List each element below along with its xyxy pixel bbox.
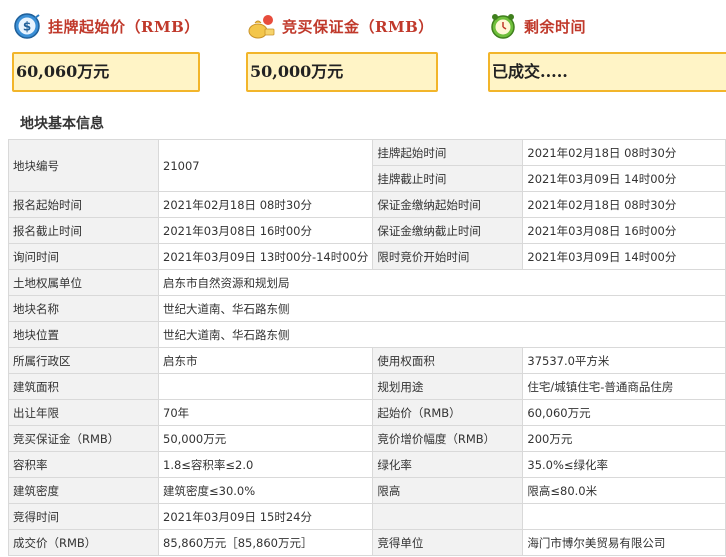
- label-listing-start: 挂牌起始时间: [372, 139, 524, 166]
- label-green-ratio: 绿化率: [372, 451, 524, 478]
- table-row: 地块位置 世纪大道南、华石路东侧: [8, 321, 726, 348]
- value-use-area: 37537.0平方米: [522, 347, 726, 374]
- section-title: 地块基本信息: [20, 116, 104, 132]
- value-bid-deposit: 50,000万元: [157, 425, 374, 452]
- svg-text:$: $: [23, 20, 31, 34]
- value-district: 启东市: [157, 347, 374, 374]
- value-start-price: 60,060万元: [522, 399, 726, 426]
- label-start-price: 起始价（RMB）: [372, 399, 524, 426]
- value-signup-start: 2021年02月18日 08时30分: [157, 191, 374, 218]
- table-row: 建筑密度 建筑密度≤30.0% 限高 限高≤80.0米: [8, 477, 726, 504]
- label-listing-end: 挂牌截止时间: [372, 165, 524, 192]
- value-parcel-location: 世纪大道南、华石路东侧: [158, 321, 726, 348]
- table-row: 地块编号 21007 挂牌起始时间 2021年02月18日 08时30分: [8, 139, 726, 192]
- start-price-card: $ 挂牌起始价（RMB） 60,060万元: [0, 8, 200, 92]
- table-row: 地块名称 世纪大道南、华石路东侧: [8, 295, 726, 322]
- value-planned-use: 住宅/城镇住宅-普通商品住房: [522, 373, 726, 400]
- value-bidding-start: 2021年03月09日 14时00分: [522, 243, 726, 270]
- table-row: 所属行政区 启东市 使用权面积 37537.0平方米: [8, 347, 726, 374]
- value-inquiry-time: 2021年03月09日 13时00分-14时00分: [157, 243, 374, 270]
- label-inquiry-time: 询问时间: [8, 243, 159, 270]
- value-building-density: 建筑密度≤30.0%: [157, 477, 374, 504]
- table-row: 竞买保证金（RMB） 50,000万元 竞价增价幅度（RMB） 200万元: [8, 425, 726, 452]
- price-summary-cards: $ 挂牌起始价（RMB） 60,060万元 竞买保证金（RMB） 50,000万…: [0, 0, 726, 100]
- label-building-density: 建筑密度: [8, 477, 159, 504]
- label-winner: 竞得单位: [372, 529, 524, 556]
- table-row: 报名起始时间 2021年02月18日 08时30分 保证金缴纳起始时间 2021…: [8, 191, 726, 218]
- value-owner-unit: 启东市自然资源和规划局: [158, 269, 726, 296]
- value-height-limit: 限高≤80.0米: [522, 477, 726, 504]
- label-use-area: 使用权面积: [372, 347, 524, 374]
- value-win-time: 2021年03月09日 15时24分: [157, 503, 374, 530]
- label-height-limit: 限高: [372, 477, 524, 504]
- label-win-time: 竞得时间: [8, 503, 159, 530]
- value-parcel-name: 世纪大道南、华石路东侧: [158, 295, 726, 322]
- label-parcel-name: 地块名称: [8, 295, 159, 322]
- value-deposit-end: 2021年03月08日 16时00分: [522, 217, 726, 244]
- label-deal-price: 成交价（RMB）: [8, 529, 159, 556]
- remaining-time-value: 已成交.....: [488, 52, 726, 92]
- start-price-value: 60,060万元: [12, 52, 200, 92]
- table-row: 容积率 1.8≤容积率≤2.0 绿化率 35.0%≤绿化率: [8, 451, 726, 478]
- value-empty: [522, 503, 726, 530]
- remaining-time-title: 剩余时间: [524, 17, 587, 36]
- value-deal-price: 85,860万元［85,860万元］: [157, 529, 374, 556]
- table-row: 出让年限 70年 起始价（RMB） 60,060万元: [8, 399, 726, 426]
- land-info-table: 地块编号 21007 挂牌起始时间 2021年02月18日 08时30分 挂牌截…: [8, 139, 726, 556]
- table-row: 建筑面积 规划用途 住宅/城镇住宅-普通商品住房: [8, 373, 726, 400]
- value-lease-term: 70年: [157, 399, 374, 426]
- start-price-title: 挂牌起始价（RMB）: [48, 17, 200, 36]
- label-deposit-end: 保证金缴纳截止时间: [372, 217, 524, 244]
- label-bid-increment: 竞价增价幅度（RMB）: [372, 425, 524, 452]
- label-plot-ratio: 容积率: [8, 451, 159, 478]
- section-header: 地块基本信息: [12, 107, 726, 137]
- label-owner-unit: 土地权属单位: [8, 269, 159, 296]
- deposit-card: 竞买保证金（RMB） 50,000万元: [234, 8, 438, 92]
- value-bid-increment: 200万元: [522, 425, 726, 452]
- label-parcel-no: 地块编号: [8, 139, 159, 192]
- label-deposit-start: 保证金缴纳起始时间: [372, 191, 524, 218]
- value-signup-end: 2021年03月08日 16时00分: [157, 217, 374, 244]
- label-signup-start: 报名起始时间: [8, 191, 159, 218]
- label-signup-end: 报名截止时间: [8, 217, 159, 244]
- label-district: 所属行政区: [8, 347, 159, 374]
- table-row: 询问时间 2021年03月09日 13时00分-14时00分 限时竞价开始时间 …: [8, 243, 726, 270]
- value-winner: 海门市博尔美贸易有限公司: [522, 529, 726, 556]
- deposit-title: 竞买保证金（RMB）: [282, 17, 434, 36]
- value-deposit-start: 2021年02月18日 08时30分: [522, 191, 726, 218]
- alarm-clock-icon: [488, 11, 518, 41]
- table-row: 竞得时间 2021年03月09日 15时24分: [8, 503, 726, 530]
- value-green-ratio: 35.0%≤绿化率: [522, 451, 726, 478]
- label-empty: [372, 503, 524, 530]
- value-parcel-no: 21007: [157, 139, 374, 192]
- value-building-area: [157, 373, 374, 400]
- value-plot-ratio: 1.8≤容积率≤2.0: [157, 451, 374, 478]
- label-bidding-start: 限时竞价开始时间: [372, 243, 524, 270]
- label-lease-term: 出让年限: [8, 399, 159, 426]
- deposit-value: 50,000万元: [246, 52, 438, 92]
- label-parcel-location: 地块位置: [8, 321, 159, 348]
- dollar-clock-icon: $: [12, 11, 42, 41]
- remaining-time-card: 剩余时间 已成交.....: [476, 8, 726, 92]
- table-row: 成交价（RMB） 85,860万元［85,860万元］ 竞得单位 海门市博尔美贸…: [8, 529, 726, 556]
- label-planned-use: 规划用途: [372, 373, 524, 400]
- label-building-area: 建筑面积: [8, 373, 159, 400]
- label-bid-deposit: 竞买保证金（RMB）: [8, 425, 159, 452]
- table-row: 报名截止时间 2021年03月08日 16时00分 保证金缴纳截止时间 2021…: [8, 217, 726, 244]
- value-listing-end: 2021年03月09日 14时00分: [522, 165, 726, 192]
- table-row: 土地权属单位 启东市自然资源和规划局: [8, 269, 726, 296]
- value-listing-start: 2021年02月18日 08时30分: [522, 139, 726, 166]
- money-bag-icon: [246, 11, 276, 41]
